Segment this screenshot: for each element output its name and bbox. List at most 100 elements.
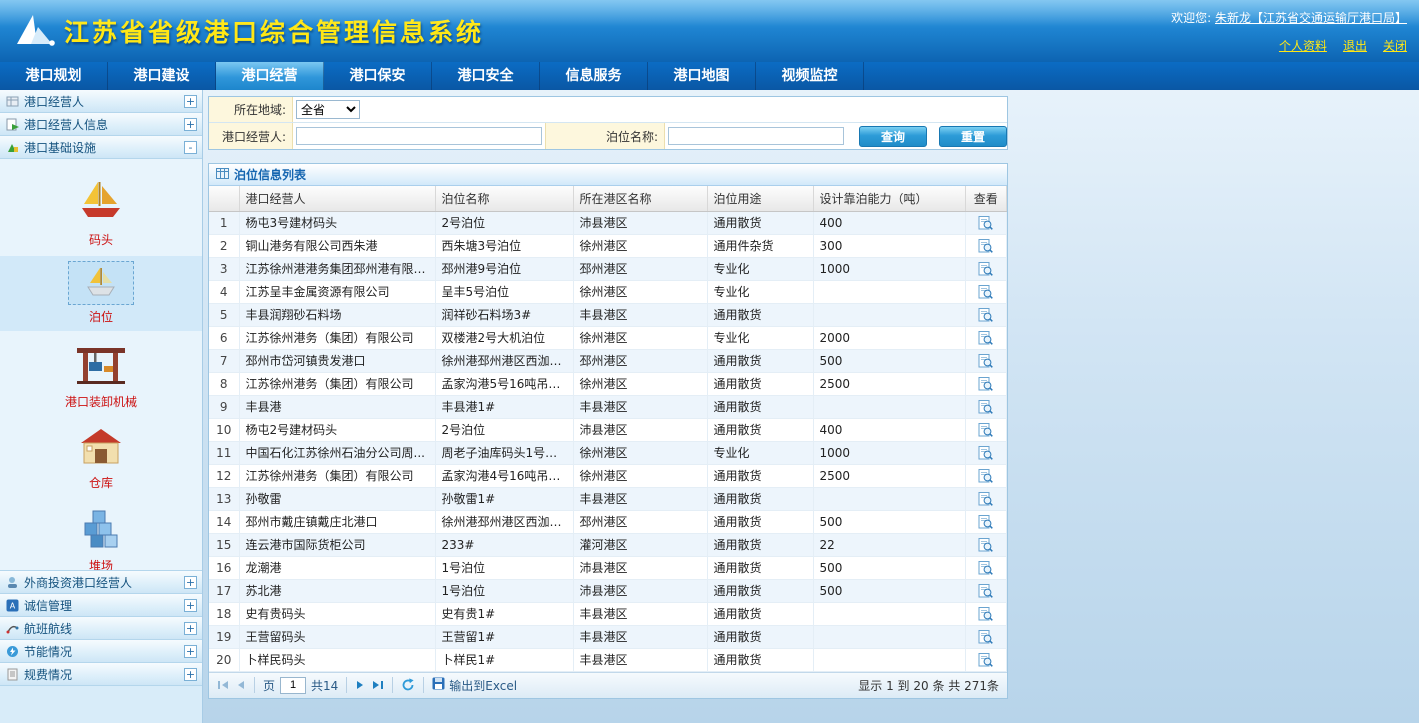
sidebar-item-bottom-4[interactable]: 节能情况+ [0, 640, 202, 663]
cell-operator: 江苏徐州港务（集团）有限公司 [239, 372, 435, 395]
sidebar-item-bottom-2[interactable]: A诚信管理+ [0, 594, 202, 617]
view-detail-button[interactable] [978, 630, 993, 644]
facility-item-crane[interactable]: 港口装卸机械 [0, 333, 202, 416]
nav-tab-4[interactable]: 港口保安 [324, 62, 432, 90]
expand-toggle-button[interactable]: + [184, 622, 197, 635]
facility-item-dock[interactable]: 码头 [0, 171, 202, 254]
table-row: 5丰县润翔砂石料场润祥砂石料场3#丰县港区通用散货 [209, 303, 1007, 326]
column-header-usage[interactable]: 泊位用途 [707, 186, 813, 211]
operator-input[interactable] [296, 127, 542, 145]
infrastructure-icon [5, 141, 19, 154]
cell-capacity [813, 395, 965, 418]
view-detail-button[interactable] [978, 492, 993, 506]
sidebar: 港口经营人+ 港口经营人信息 + 港口基础设施- 码头泊位港口装卸机械仓库堆场 外商投… [0, 90, 203, 723]
column-header-view[interactable]: 查看 [965, 186, 1007, 211]
cell-capacity [813, 602, 965, 625]
logout-link[interactable]: 退出 [1343, 37, 1367, 54]
facility-item-warehouse[interactable]: 仓库 [0, 418, 202, 497]
search-row-region: 所在地域: 全省 [209, 97, 1007, 123]
berth-name-input[interactable] [668, 127, 844, 145]
expand-toggle-button[interactable]: + [184, 95, 197, 108]
view-detail-button[interactable] [978, 239, 993, 253]
last-page-button[interactable] [371, 679, 384, 691]
region-select[interactable]: 全省 [296, 100, 360, 119]
view-detail-button[interactable] [978, 216, 993, 230]
nav-tab-6[interactable]: 信息服务 [540, 62, 648, 90]
sidebar-item-top-2[interactable]: 港口经营人信息 + [0, 113, 202, 136]
view-detail-button[interactable] [978, 354, 993, 368]
cell-port-area: 徐州港区 [573, 441, 707, 464]
cell-berth-name: 徐州港邳州港区西泇河... [435, 510, 573, 533]
prev-page-button[interactable] [235, 679, 246, 691]
expand-toggle-button[interactable]: + [184, 645, 197, 658]
credit-icon: A [5, 599, 19, 612]
sidebar-item-label: 港口经营人信息 [24, 116, 179, 133]
export-excel-button[interactable]: 输出到Excel [432, 677, 517, 694]
column-header-rownum [209, 186, 239, 211]
nav-tab-1[interactable]: 港口规划 [0, 62, 108, 90]
view-detail-button[interactable] [978, 584, 993, 598]
sidebar-item-bottom-3[interactable]: 航班航线+ [0, 617, 202, 640]
facility-item-berth[interactable]: 泊位 [0, 256, 202, 331]
refresh-button[interactable] [401, 678, 415, 692]
view-detail-button[interactable] [978, 423, 993, 437]
view-detail-button[interactable] [978, 262, 993, 276]
view-detail-button[interactable] [978, 653, 993, 667]
query-button[interactable]: 查询 [859, 126, 927, 147]
cell-rownum: 18 [209, 602, 239, 625]
view-detail-button[interactable] [978, 331, 993, 345]
cell-view [965, 395, 1007, 418]
view-detail-button[interactable] [978, 446, 993, 460]
table-row: 2铜山港务有限公司西朱港西朱塘3号泊位徐州港区通用件杂货300 [209, 234, 1007, 257]
nav-tab-7[interactable]: 港口地图 [648, 62, 756, 90]
expand-toggle-button[interactable]: + [184, 599, 197, 612]
close-link[interactable]: 关闭 [1383, 37, 1407, 54]
cell-port-area: 丰县港区 [573, 303, 707, 326]
cell-berth-name: 润祥砂石料场3# [435, 303, 573, 326]
view-detail-button[interactable] [978, 515, 993, 529]
table-row: 12江苏徐州港务（集团）有限公司孟家沟港4号16吨吊泊位徐州港区通用散货2500 [209, 464, 1007, 487]
nav-tab-3[interactable]: 港口经营 [216, 62, 324, 90]
cell-view [965, 648, 1007, 671]
cell-operator: 丰县港 [239, 395, 435, 418]
column-header-capacity[interactable]: 设计靠泊能力（吨） [813, 186, 965, 211]
expand-toggle-button[interactable]: + [184, 118, 197, 131]
facility-item-yard[interactable]: 堆场 [0, 499, 202, 571]
current-user: 朱新龙【江苏省交通运输厅港口局】 [1215, 11, 1407, 25]
nav-tab-2[interactable]: 港口建设 [108, 62, 216, 90]
nav-tab-5[interactable]: 港口安全 [432, 62, 540, 90]
view-detail-button[interactable] [978, 400, 993, 414]
column-header-operator[interactable]: 港口经营人 [239, 186, 435, 211]
header-user-area: 欢迎您: 朱新龙【江苏省交通运输厅港口局】 个人资料 退出 关闭 [1171, 9, 1407, 54]
cell-port-area: 徐州港区 [573, 464, 707, 487]
cell-operator: 王营留码头 [239, 625, 435, 648]
cell-operator: 杨屯3号建材码头 [239, 211, 435, 234]
cell-rownum: 7 [209, 349, 239, 372]
view-detail-button[interactable] [978, 377, 993, 391]
view-detail-button[interactable] [978, 607, 993, 621]
sidebar-item-top-3[interactable]: 港口基础设施- [0, 136, 202, 159]
view-detail-button[interactable] [978, 285, 993, 299]
cell-berth-name: 西朱塘3号泊位 [435, 234, 573, 257]
profile-link[interactable]: 个人资料 [1279, 37, 1327, 54]
view-detail-button[interactable] [978, 469, 993, 483]
reset-button[interactable]: 重置 [939, 126, 1007, 147]
sidebar-item-top-1[interactable]: 港口经营人+ [0, 90, 202, 113]
view-detail-button[interactable] [978, 561, 993, 575]
next-page-button[interactable] [355, 679, 366, 691]
first-page-button[interactable] [217, 679, 230, 691]
cell-berth-name: 史有贵1# [435, 602, 573, 625]
sidebar-item-bottom-5[interactable]: 规费情况+ [0, 663, 202, 686]
column-header-berth[interactable]: 泊位名称 [435, 186, 573, 211]
view-detail-button[interactable] [978, 308, 993, 322]
expand-toggle-button[interactable]: - [184, 141, 197, 154]
expand-toggle-button[interactable]: + [184, 668, 197, 681]
nav-tab-8[interactable]: 视频监控 [756, 62, 864, 90]
expand-toggle-button[interactable]: + [184, 576, 197, 589]
column-header-area[interactable]: 所在港区名称 [573, 186, 707, 211]
page-input[interactable] [280, 677, 306, 694]
sidebar-item-bottom-1[interactable]: 外商投资港口经营人+ [0, 571, 202, 594]
cell-usage: 通用散货 [707, 211, 813, 234]
view-detail-button[interactable] [978, 538, 993, 552]
cell-rownum: 13 [209, 487, 239, 510]
